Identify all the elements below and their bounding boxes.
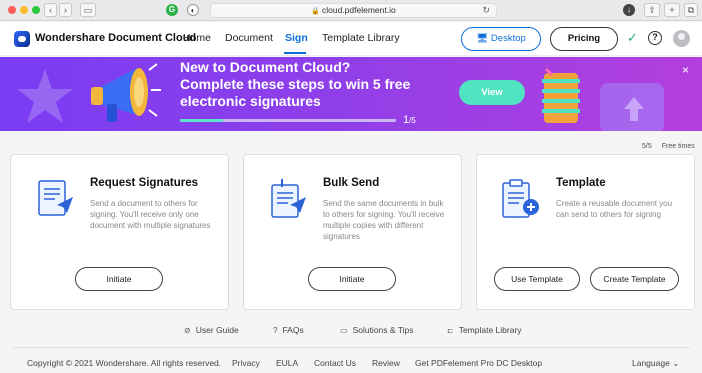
language-label: Language — [632, 358, 670, 368]
card-title: Bulk Send — [323, 177, 380, 189]
card-description: Create a reusable document you can send … — [556, 199, 673, 219]
url-text: cloud.pdfelement.io — [322, 5, 396, 15]
megaphone-icon — [91, 63, 161, 122]
copyright-text: Copyright © 2021 Wondershare. All rights… — [27, 358, 222, 368]
privacy-link[interactable]: Privacy — [232, 358, 260, 368]
download-icon[interactable]: ↓ — [623, 4, 635, 16]
close-banner-icon[interactable]: × — [682, 63, 689, 77]
maximize-window-icon[interactable] — [32, 6, 40, 14]
template-library-label: Template Library — [458, 325, 522, 335]
app-header: Wondershare Document Cloud Home Document… — [0, 22, 702, 56]
reload-icon[interactable]: ↻ — [482, 4, 490, 17]
address-bar[interactable]: 🔒 cloud.pdfelement.io ↻ — [210, 3, 497, 18]
document-cloud-logo-icon[interactable] — [14, 31, 30, 47]
free-times-value: 5/5 — [642, 143, 652, 150]
banner-headline-line2: Complete these steps to win 5 free — [180, 76, 411, 92]
language-selector[interactable]: Language ⌄ — [632, 358, 679, 369]
initiate-request-button[interactable]: Initiate — [75, 267, 163, 291]
free-times-label: Free times — [661, 143, 695, 150]
close-window-icon[interactable] — [8, 6, 16, 14]
page-footer: Copyright © 2021 Wondershare. All rights… — [0, 355, 702, 373]
user-guide-label: User Guide — [195, 325, 239, 335]
initiate-bulk-send-button[interactable]: Initiate — [308, 267, 396, 291]
spiral-notebook-decoration-icon — [542, 67, 580, 123]
check-icon[interactable]: ✓ — [627, 30, 638, 46]
card-description: Send the same documents in bulk to other… — [323, 199, 445, 241]
create-template-button[interactable]: Create Template — [590, 267, 679, 291]
steps-progress-fill — [180, 119, 224, 122]
lock-icon: 🔒 — [311, 8, 320, 15]
desktop-button-label: Desktop — [490, 33, 526, 44]
view-steps-button[interactable]: View — [459, 80, 525, 105]
pricing-button[interactable]: Pricing — [550, 27, 618, 51]
banner-headline-line1: New to Document Cloud? — [180, 59, 351, 75]
free-times-counter: 5/5 Free times — [642, 143, 695, 150]
avatar[interactable] — [673, 30, 690, 47]
help-icon[interactable]: ? — [648, 31, 662, 45]
grammarly-extension-icon[interactable]: G — [166, 4, 178, 16]
get-desktop-link[interactable]: Get PDFelement Pro DC Desktop — [415, 358, 542, 368]
minimize-window-icon[interactable] — [20, 6, 28, 14]
faqs-label: FAQs — [282, 325, 304, 335]
back-button[interactable]: ‹ — [44, 3, 57, 17]
star-decoration-icon — [17, 69, 73, 123]
privacy-extension-icon[interactable]: ◐ — [187, 4, 199, 16]
help-links: ⊘ User Guide ? FAQs ▭ Solutions & Tips ⊏ Tem… — [0, 318, 702, 342]
new-tab-icon[interactable]: + — [664, 3, 680, 17]
steps-progress-text: 1/5 — [403, 114, 416, 126]
sidebar-toggle-icon[interactable]: ▭ — [80, 3, 96, 17]
use-template-button[interactable]: Use Template — [494, 267, 580, 291]
request-signatures-card: Request Signatures Send a document to ot… — [10, 154, 229, 310]
document-card-decoration-icon — [600, 83, 664, 131]
bulk-send-card: Bulk Send Send the same documents in bul… — [243, 154, 462, 310]
active-nav-indicator — [284, 52, 306, 54]
book-icon: ▭ — [340, 326, 348, 335]
template-card: Template Create a reusable document you … — [476, 154, 695, 310]
card-title: Template — [556, 177, 606, 189]
nav-sign[interactable]: Sign — [285, 32, 308, 44]
steps-progress-bar — [180, 119, 396, 122]
promo-banner: New to Document Cloud? Complete these st… — [0, 57, 702, 131]
share-icon[interactable]: ⇧ — [644, 3, 660, 17]
scroll-document-icon — [38, 180, 73, 216]
solutions-tips-label: Solutions & Tips — [352, 325, 414, 335]
nav-template-library[interactable]: Template Library — [322, 32, 400, 44]
question-circle-icon: ? — [273, 326, 278, 335]
clipboard-add-icon — [502, 179, 539, 218]
cart-icon: ⊏ — [447, 326, 454, 335]
bulk-send-document-icon — [271, 179, 306, 218]
nav-document[interactable]: Document — [225, 32, 273, 44]
review-link[interactable]: Review — [372, 358, 400, 368]
monitor-icon: 🖥 — [476, 33, 489, 44]
nav-home[interactable]: Home — [183, 32, 211, 44]
card-description: Send a document to others for signing. Y… — [90, 199, 211, 230]
footer-divider — [12, 347, 690, 348]
forward-button[interactable]: › — [59, 3, 72, 17]
desktop-button[interactable]: 🖥 Desktop — [461, 27, 541, 51]
compass-icon: ⊘ — [184, 326, 191, 335]
brand-name[interactable]: Wondershare Document Cloud — [35, 32, 196, 44]
tab-overview-icon[interactable]: ⧉ — [684, 3, 698, 17]
solutions-tips-link[interactable]: ▭ Solutions & Tips — [340, 325, 414, 335]
browser-toolbar: ‹ › ▭ G ◐ 🔒 cloud.pdfelement.io ↻ ↓ ⇧ + ⧉ — [0, 0, 702, 21]
template-library-link[interactable]: ⊏ Template Library — [447, 325, 522, 335]
banner-headline-line3: electronic signatures — [180, 93, 321, 109]
eula-link[interactable]: EULA — [276, 358, 298, 368]
faqs-link[interactable]: ? FAQs — [273, 325, 304, 335]
chevron-down-icon: ⌄ — [672, 358, 680, 368]
card-title: Request Signatures — [90, 177, 198, 189]
contact-us-link[interactable]: Contact Us — [314, 358, 356, 368]
user-guide-link[interactable]: ⊘ User Guide — [184, 325, 239, 335]
